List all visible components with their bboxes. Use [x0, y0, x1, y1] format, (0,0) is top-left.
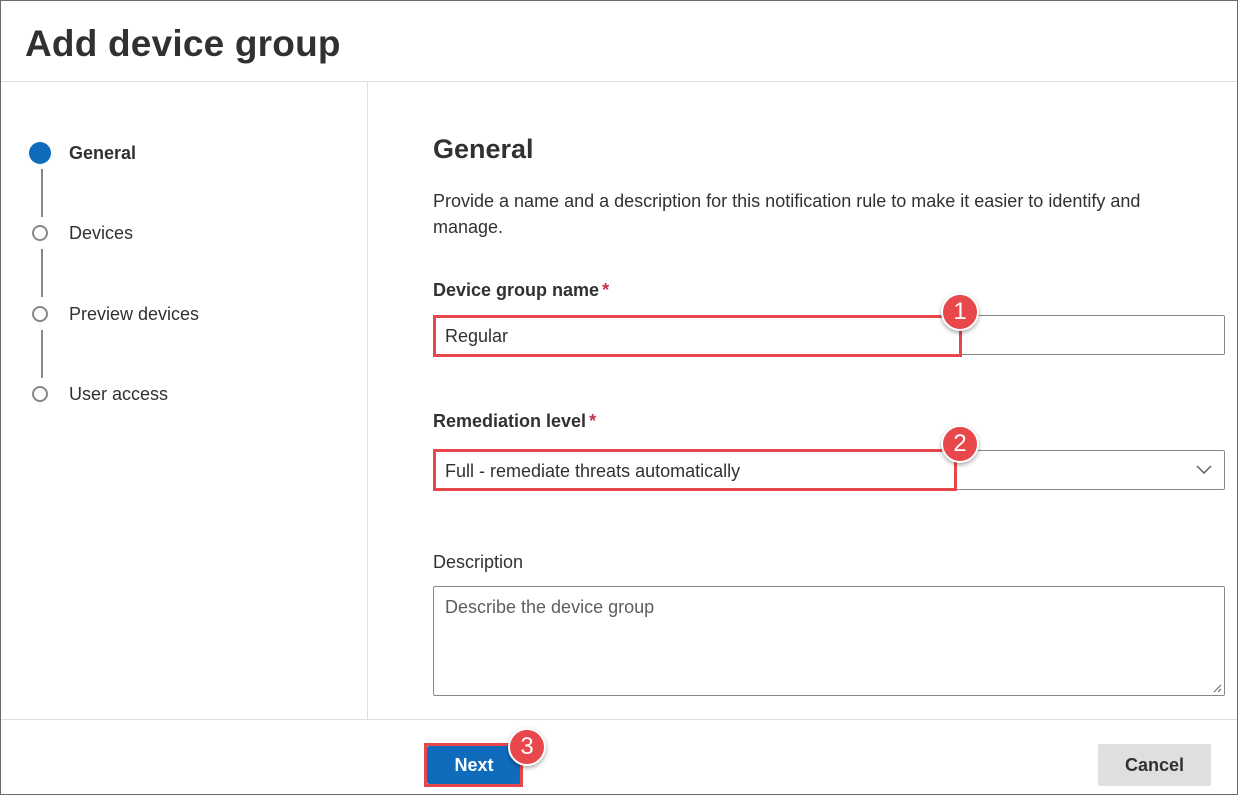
remediation-level-label: Remediation level *: [433, 411, 597, 431]
cancel-button[interactable]: Cancel: [1098, 744, 1211, 786]
step-label: User access: [69, 383, 169, 404]
step-label: General: [69, 142, 137, 163]
required-marker: *: [602, 280, 610, 300]
step-connector: [41, 330, 43, 378]
chevron-down-icon: [1196, 465, 1212, 475]
annotation-badge-2: 2: [941, 425, 979, 463]
step-general[interactable]: General: [29, 141, 136, 165]
device-group-name-value: Regular: [445, 326, 509, 346]
resize-grip-icon[interactable]: [1212, 683, 1222, 693]
description-placeholder: Describe the device group: [445, 597, 655, 617]
remediation-level-dropdown[interactable]: Full - remediate threats automatically: [433, 450, 1225, 490]
required-marker: *: [589, 411, 597, 431]
step-connector: [41, 249, 43, 297]
step-label: Devices: [69, 222, 134, 243]
page-title: Add device group: [25, 23, 341, 64]
step-connector: [41, 169, 43, 217]
wizard-steps: General Devices Preview devices User acc…: [1, 82, 368, 719]
step-pending-indicator-icon: [32, 386, 48, 402]
device-group-name-input[interactable]: Regular: [433, 315, 1225, 355]
description-textarea[interactable]: Describe the device group: [433, 586, 1225, 696]
remediation-level-value: Full - remediate threats automatically: [445, 461, 741, 481]
next-button[interactable]: Next: [427, 746, 521, 784]
section-description: Provide a name and a description for thi…: [433, 191, 1141, 237]
step-pending-indicator-icon: [32, 225, 48, 241]
step-user-access[interactable]: User access: [31, 382, 168, 406]
section-title: General: [433, 134, 534, 164]
step-pending-indicator-icon: [32, 306, 48, 322]
device-group-name-label: Device group name *: [433, 280, 610, 300]
dialog-footer: Next Cancel: [1, 719, 1237, 794]
step-label: Preview devices: [69, 303, 200, 324]
annotation-badge-1: 1: [941, 293, 979, 331]
dialog-header: Add device group: [1, 1, 1237, 82]
annotation-badge-3: 3: [508, 728, 546, 766]
step-preview-devices[interactable]: Preview devices: [31, 302, 199, 326]
description-label: Description: [433, 552, 524, 572]
step-devices[interactable]: Devices: [31, 221, 133, 245]
dialog-frame: Add device group General Devices Preview…: [0, 0, 1238, 795]
step-current-indicator-icon: [29, 142, 51, 164]
form-panel: General Provide a name and a description…: [368, 82, 1237, 719]
